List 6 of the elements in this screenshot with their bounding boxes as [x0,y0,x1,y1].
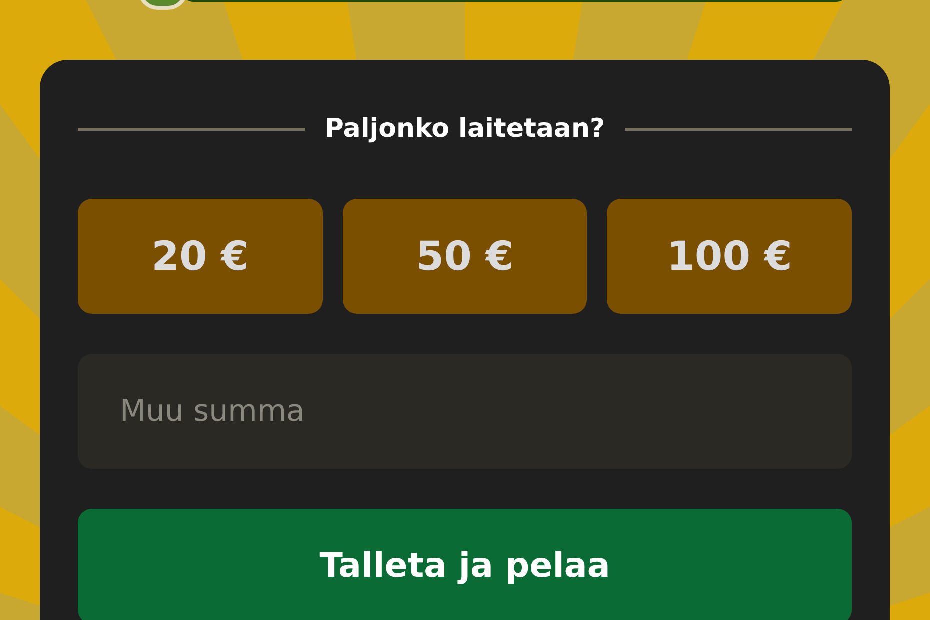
amount-input-field[interactable]: Muu summa [78,354,852,469]
amount-button[interactable]: 50 € [342,199,588,314]
card-heading: Paljonko laitetaan? [324,113,606,146]
amount-button[interactable]: 100 € [607,199,852,314]
deposit-play-button[interactable]: Talleta ja pelaa [78,509,852,620]
amount-button[interactable]: 20 € [78,199,323,314]
